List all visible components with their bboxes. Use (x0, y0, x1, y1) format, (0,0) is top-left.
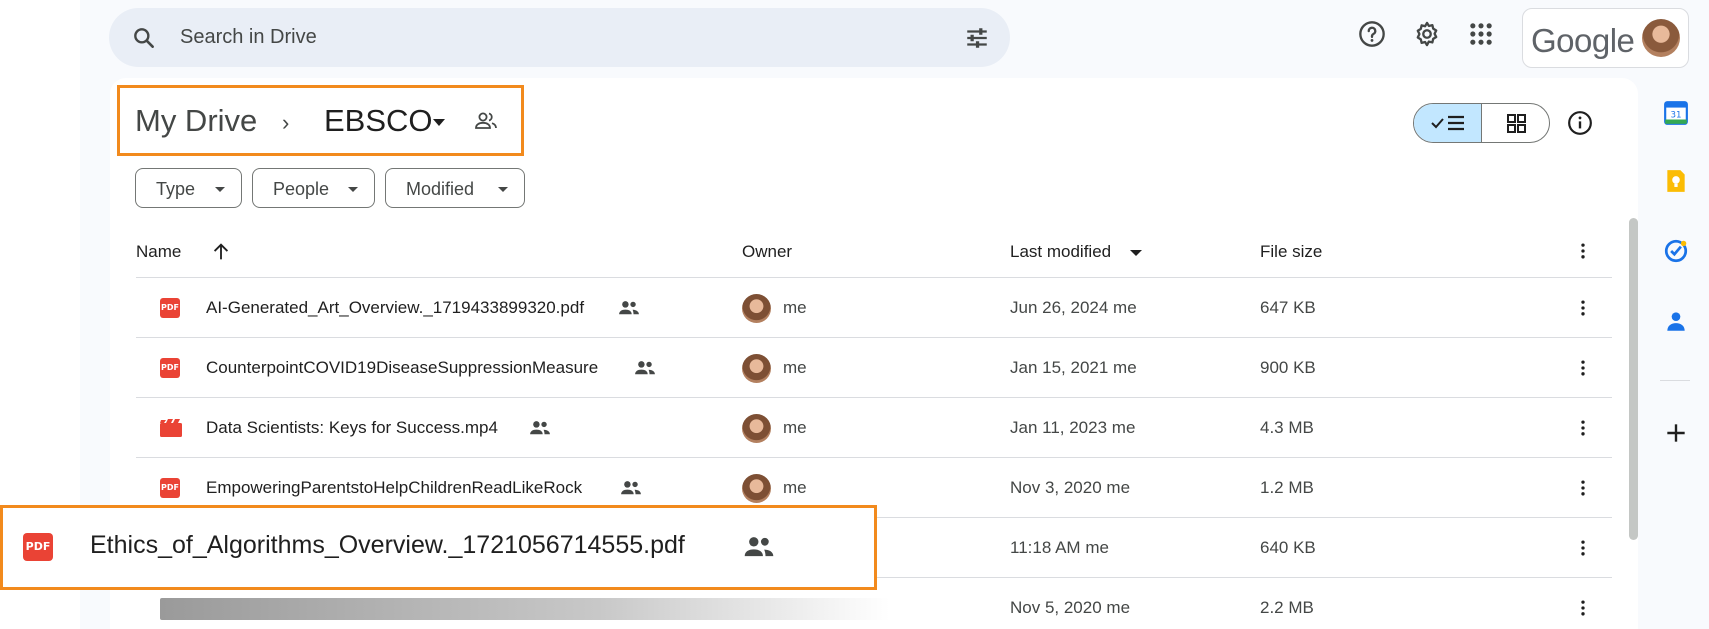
check-list-icon (1431, 115, 1464, 131)
column-header-file-size[interactable]: File size (1260, 242, 1322, 262)
info-icon[interactable] (1567, 110, 1593, 136)
tasks-icon[interactable] (1663, 238, 1689, 264)
shared-icon (744, 537, 774, 557)
owner-avatar (742, 414, 771, 443)
breadcrumb-current-folder[interactable]: EBSCO (324, 103, 433, 139)
file-size: 2.2 MB (1260, 598, 1314, 617)
owner-avatar (742, 354, 771, 383)
add-icon[interactable] (1663, 420, 1689, 446)
more-vert-icon[interactable] (1573, 418, 1593, 438)
modified-date: 11:18 AM me (1010, 538, 1109, 557)
file-name[interactable]: EmpoweringParentstoHelpChildrenReadLikeR… (206, 478, 582, 498)
search-icon[interactable] (131, 25, 157, 51)
search-input[interactable]: Search in Drive (180, 26, 317, 49)
side-panel-divider (1660, 380, 1690, 381)
file-name[interactable]: AI-Generated_Art_Overview._1719433899320… (206, 298, 584, 318)
file-size: 647 KB (1260, 298, 1316, 317)
highlighted-file-name[interactable]: Ethics_of_Algorithms_Overview._172105671… (90, 531, 685, 560)
file-size: 4.3 MB (1260, 418, 1314, 437)
filter-people-chip[interactable]: People (252, 168, 375, 208)
help-icon[interactable] (1358, 20, 1386, 48)
settings-gear-icon[interactable] (1413, 20, 1441, 48)
table-row[interactable]: PDF CounterpointCOVID19DiseaseSuppressio… (136, 338, 1612, 398)
obscured-row-content (160, 598, 890, 620)
svg-text:31: 31 (1670, 110, 1681, 120)
column-header-owner[interactable]: Owner (742, 242, 792, 262)
filter-people-label: People (273, 179, 330, 199)
filter-type-chip[interactable]: Type (135, 168, 242, 208)
shared-icon (635, 361, 655, 375)
pdf-icon: PDF (160, 478, 180, 498)
more-vert-icon[interactable] (1573, 241, 1593, 261)
modified-date: Nov 3, 2020 me (1010, 478, 1131, 497)
sort-ascending-arrow-icon[interactable] (210, 241, 232, 263)
view-toggle[interactable] (1413, 103, 1550, 143)
modified-date: Jan 11, 2023 me (1010, 418, 1136, 437)
file-size: 1.2 MB (1260, 478, 1314, 497)
filter-modified-chip[interactable]: Modified (385, 168, 525, 208)
breadcrumb-my-drive[interactable]: My Drive (135, 103, 257, 139)
owner-name: me (783, 478, 807, 497)
shared-icon (530, 421, 550, 435)
chevron-down-icon (498, 187, 508, 192)
more-vert-icon[interactable] (1573, 538, 1593, 558)
owner-name: me (783, 358, 807, 377)
chevron-down-icon (348, 187, 358, 192)
sort-caret-icon[interactable] (1130, 250, 1142, 256)
modified-date: Nov 5, 2020 me (1010, 598, 1131, 617)
shared-people-icon (475, 112, 497, 129)
shared-icon (619, 301, 639, 315)
grid-view-button[interactable] (1483, 104, 1549, 142)
modified-date: Jun 26, 2024 me (1010, 298, 1137, 317)
owner-name: me (783, 418, 807, 437)
google-account-button[interactable]: Google (1522, 8, 1689, 68)
more-vert-icon[interactable] (1573, 298, 1593, 318)
pdf-icon: PDF (160, 298, 180, 318)
list-view-button[interactable] (1414, 104, 1482, 142)
more-vert-icon[interactable] (1573, 598, 1593, 618)
contacts-icon[interactable] (1663, 308, 1689, 334)
more-vert-icon[interactable] (1573, 358, 1593, 378)
google-logo: Google (1531, 22, 1635, 59)
file-name[interactable]: CounterpointCOVID19DiseaseSuppressionMea… (206, 358, 598, 378)
grid-icon (1507, 114, 1526, 133)
video-icon (160, 419, 182, 437)
owner-avatar (742, 294, 771, 323)
scrollbar-thumb[interactable] (1629, 218, 1638, 540)
file-name[interactable]: Data Scientists: Keys for Success.mp4 (206, 418, 498, 438)
table-row[interactable]: Data Scientists: Keys for Success.mp4 me… (136, 398, 1612, 458)
file-size: 900 KB (1260, 358, 1316, 377)
owner-name: me (783, 298, 807, 317)
modified-date: Jan 15, 2021 me (1010, 358, 1137, 377)
breadcrumb-separator: › (282, 110, 290, 135)
table-row[interactable]: PDF AI-Generated_Art_Overview._171943389… (136, 278, 1612, 338)
keep-icon[interactable] (1663, 168, 1689, 194)
column-header-last-modified[interactable]: Last modified (1010, 242, 1111, 262)
apps-grid-icon[interactable] (1467, 20, 1495, 48)
chevron-down-icon (215, 187, 225, 192)
pdf-icon: PDF (160, 358, 180, 378)
search-bar[interactable]: Search in Drive (109, 8, 1010, 67)
calendar-icon[interactable]: 31 (1663, 100, 1689, 126)
filter-type-label: Type (156, 179, 196, 199)
pdf-icon: PDF (23, 533, 53, 561)
file-size: 640 KB (1260, 538, 1316, 557)
search-options-icon[interactable] (964, 25, 990, 51)
account-avatar[interactable] (1642, 19, 1680, 57)
filter-modified-label: Modified (406, 179, 475, 199)
column-header-name[interactable]: Name (136, 242, 181, 262)
shared-icon (621, 481, 641, 495)
folder-menu-caret-icon[interactable] (433, 119, 445, 126)
more-vert-icon[interactable] (1573, 478, 1593, 498)
owner-avatar (742, 474, 771, 503)
highlighted-file-callout[interactable]: PDF Ethics_of_Algorithms_Overview._17210… (0, 505, 877, 590)
